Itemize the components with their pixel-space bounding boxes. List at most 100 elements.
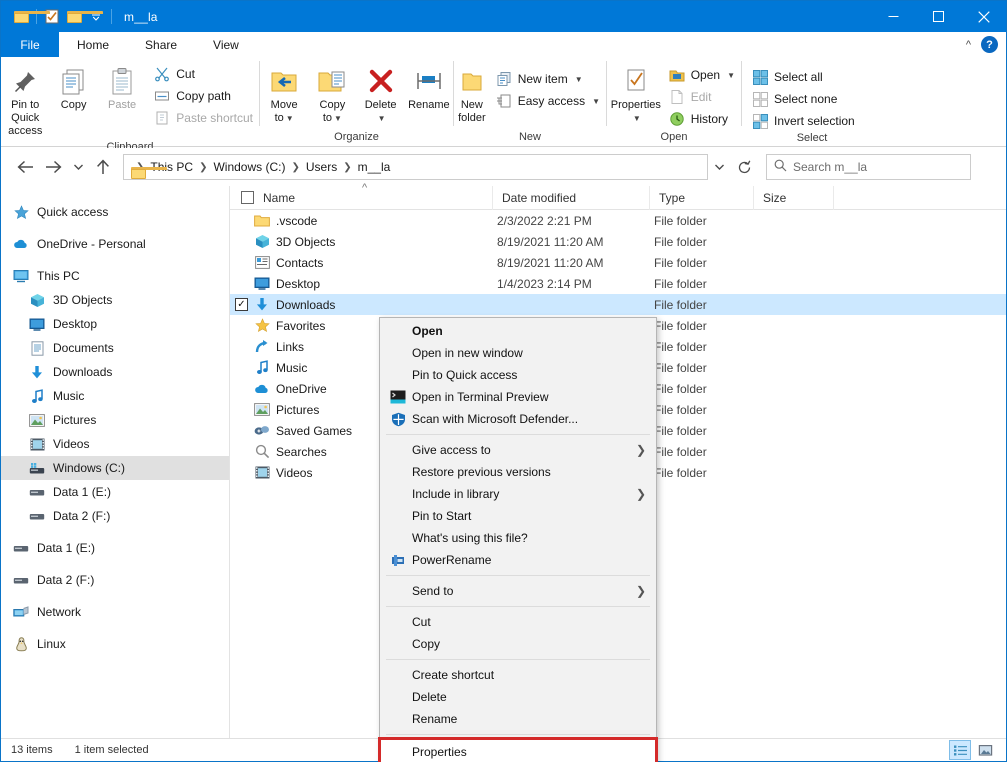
row-checkbox[interactable] <box>235 403 248 416</box>
table-row[interactable]: 3D Objects 8/19/2021 11:20 AM File folde… <box>230 231 1006 252</box>
context-menu-item-scan-with-microsoft-defender[interactable]: Scan with Microsoft Defender... <box>380 408 656 430</box>
breadcrumb-item-windows-c[interactable]: Windows (C:) <box>208 158 290 176</box>
row-checkbox[interactable] <box>235 319 248 332</box>
tab-share[interactable]: Share <box>127 32 195 57</box>
customize-qat-chevron-icon[interactable] <box>85 6 107 28</box>
column-header-type[interactable]: Type <box>650 186 754 210</box>
context-menu-item-delete[interactable]: Delete <box>380 686 656 708</box>
sidebar-item-downloads[interactable]: Downloads <box>1 360 229 384</box>
sidebar-item-data1-e-child[interactable]: Data 1 (E:) <box>1 480 229 504</box>
search-input[interactable]: Search m__la <box>766 154 971 180</box>
details-view-icon[interactable] <box>949 740 971 760</box>
sidebar-item-network[interactable]: Network <box>1 600 229 624</box>
context-menu-item-give-access-to[interactable]: Give access to ❯ <box>380 439 656 461</box>
paste-button[interactable]: Paste <box>98 62 146 115</box>
context-menu-item-restore-previous-versions[interactable]: Restore previous versions <box>380 461 656 483</box>
row-checkbox[interactable] <box>235 340 248 353</box>
large-icons-view-icon[interactable] <box>974 740 996 760</box>
column-header-date-modified[interactable]: Date modified <box>493 186 650 210</box>
table-row[interactable]: Contacts 8/19/2021 11:20 AM File folder <box>230 252 1006 273</box>
help-icon[interactable]: ? <box>981 36 998 53</box>
pin-to-quick-access-button[interactable]: Pin to Quick access <box>1 62 49 141</box>
minimize-icon[interactable] <box>871 1 916 32</box>
cut-button[interactable]: Cut <box>150 63 259 85</box>
row-checkbox[interactable] <box>235 445 248 458</box>
breadcrumb-item-current[interactable]: m__la <box>353 158 396 176</box>
sidebar-item-quick-access[interactable]: Quick access <box>1 200 229 224</box>
select-all-button[interactable]: Select all <box>748 66 861 88</box>
sidebar-item-data2-f-child[interactable]: Data 2 (F:) <box>1 504 229 528</box>
context-menu-item-open[interactable]: Open <box>380 320 656 342</box>
forward-arrow-icon[interactable] <box>39 154 67 180</box>
tab-file[interactable]: File <box>1 32 59 57</box>
breadcrumb-item-users[interactable]: Users <box>301 158 342 176</box>
chevron-up-icon[interactable]: ^ <box>966 39 971 51</box>
select-all-checkbox[interactable] <box>241 191 254 204</box>
recent-locations-chevron-icon[interactable] <box>67 154 89 180</box>
context-menu-item-rename[interactable]: Rename <box>380 708 656 730</box>
table-row[interactable]: Desktop 1/4/2023 2:14 PM File folder <box>230 273 1006 294</box>
history-button[interactable]: History <box>665 108 741 130</box>
context-menu-item-cut[interactable]: Cut <box>380 611 656 633</box>
context-menu-item-pin-to-start[interactable]: Pin to Start <box>380 505 656 527</box>
move-to-button[interactable]: Move to▼ <box>260 62 308 128</box>
table-row[interactable]: .vscode 2/3/2022 2:21 PM File folder <box>230 210 1006 231</box>
paste-shortcut-button[interactable]: Paste shortcut <box>150 107 259 129</box>
breadcrumb[interactable]: ❯ This PC ❯ Windows (C:) ❯ Users ❯ m__la <box>123 154 708 180</box>
copy-button[interactable]: Copy <box>49 62 97 115</box>
properties-button[interactable]: Properties ▼ <box>607 62 665 128</box>
refresh-icon[interactable] <box>730 154 758 180</box>
properties-icon[interactable] <box>41 6 63 28</box>
edit-button[interactable]: Edit <box>665 86 741 108</box>
row-checkbox[interactable] <box>235 277 248 290</box>
row-checkbox[interactable]: ✓ <box>235 298 248 311</box>
context-menu-item-whats-using-this-file[interactable]: What's using this file? <box>380 527 656 549</box>
select-none-button[interactable]: Select none <box>748 88 861 110</box>
new-folder-button[interactable]: New folder <box>454 62 490 128</box>
context-menu-item-create-shortcut[interactable]: Create shortcut <box>380 664 656 686</box>
new-folder-icon[interactable] <box>63 6 85 28</box>
context-menu-item-open-in-new-window[interactable]: Open in new window <box>380 342 656 364</box>
row-checkbox[interactable] <box>235 256 248 269</box>
rename-button[interactable]: Rename <box>405 62 453 115</box>
sidebar-item-linux[interactable]: Linux <box>1 632 229 656</box>
context-menu-item-properties[interactable]: Properties <box>380 739 656 762</box>
context-menu-item-powerrename[interactable]: PowerRename <box>380 549 656 571</box>
column-header-size[interactable]: Size <box>754 186 834 210</box>
context-menu-item-pin-to-quick-access[interactable]: Pin to Quick access <box>380 364 656 386</box>
copy-path-button[interactable]: Copy path <box>150 85 259 107</box>
row-checkbox[interactable] <box>235 382 248 395</box>
delete-button[interactable]: Delete ▼ <box>357 62 405 128</box>
address-dropdown-icon[interactable] <box>708 154 730 180</box>
table-row[interactable]: ✓ Downloads File folder <box>230 294 1006 315</box>
row-checkbox[interactable] <box>235 214 248 227</box>
context-menu-item-copy[interactable]: Copy <box>380 633 656 655</box>
sidebar-item-videos[interactable]: Videos <box>1 432 229 456</box>
close-icon[interactable] <box>961 1 1006 32</box>
invert-selection-button[interactable]: Invert selection <box>748 110 861 132</box>
sidebar-item-pictures[interactable]: Pictures <box>1 408 229 432</box>
new-item-button[interactable]: New item ▼ <box>492 68 606 90</box>
row-checkbox[interactable] <box>235 235 248 248</box>
open-button[interactable]: Open ▼ <box>665 64 741 86</box>
row-checkbox[interactable] <box>235 466 248 479</box>
copy-to-button[interactable]: Copy to▼ <box>308 62 356 128</box>
back-arrow-icon[interactable] <box>11 154 39 180</box>
sidebar-item-onedrive[interactable]: OneDrive - Personal <box>1 232 229 256</box>
tab-home[interactable]: Home <box>59 32 127 57</box>
folder-icon[interactable] <box>10 6 32 28</box>
row-checkbox[interactable] <box>235 424 248 437</box>
sidebar-item-data2-f[interactable]: Data 2 (F:) <box>1 568 229 592</box>
sidebar-item-desktop[interactable]: Desktop <box>1 312 229 336</box>
up-arrow-icon[interactable] <box>89 154 117 180</box>
sidebar-item-data1-e[interactable]: Data 1 (E:) <box>1 536 229 560</box>
context-menu-item-include-in-library[interactable]: Include in library ❯ <box>380 483 656 505</box>
sidebar-item-this-pc[interactable]: This PC <box>1 264 229 288</box>
sidebar-item-windows-c[interactable]: Windows (C:) <box>1 456 229 480</box>
context-menu-item-open-in-terminal-preview[interactable]: Open in Terminal Preview <box>380 386 656 408</box>
sidebar-item-music[interactable]: Music <box>1 384 229 408</box>
maximize-icon[interactable] <box>916 1 961 32</box>
tab-view[interactable]: View <box>195 32 257 57</box>
row-checkbox[interactable] <box>235 361 248 374</box>
context-menu-item-send-to[interactable]: Send to ❯ <box>380 580 656 602</box>
